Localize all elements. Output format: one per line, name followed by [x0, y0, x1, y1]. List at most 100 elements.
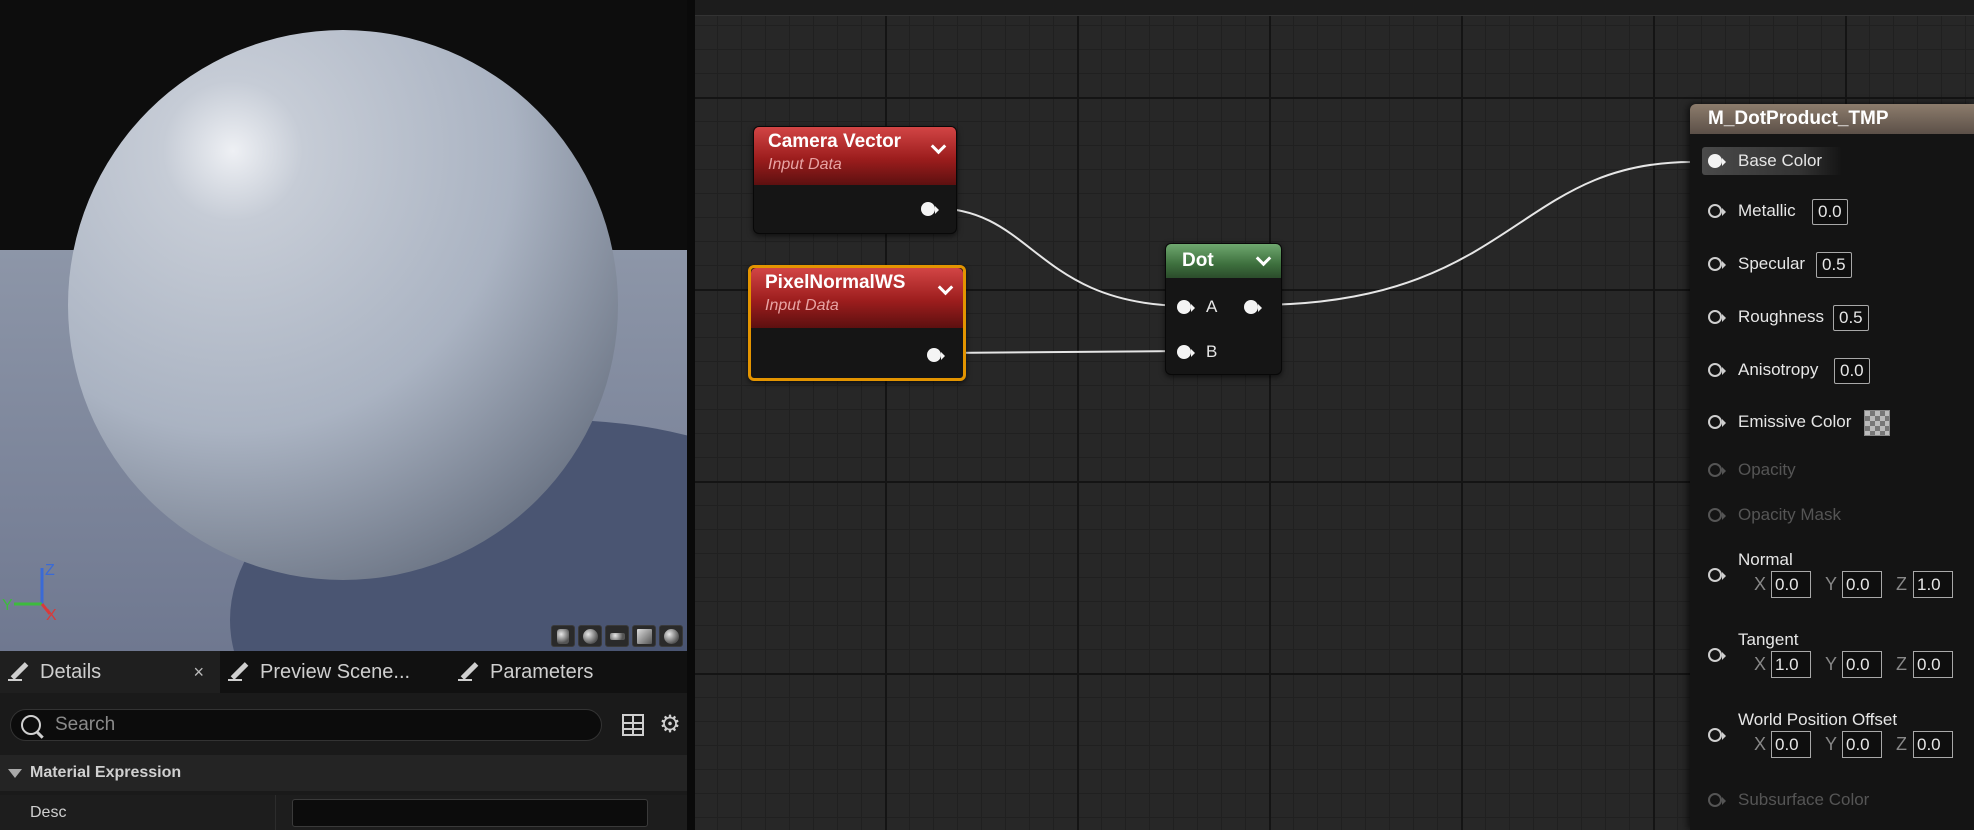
- tab-preview-scene-label: Preview Scene...: [260, 660, 411, 683]
- anisotropy-pin[interactable]: [1708, 363, 1726, 379]
- pin-a-label: A: [1206, 297, 1218, 316]
- output-pin[interactable]: [1244, 300, 1262, 316]
- subsurface-pin: [1708, 793, 1726, 809]
- metallic-value[interactable]: 0.0: [1812, 199, 1848, 225]
- input-emissive-color[interactable]: Emissive Color: [1690, 408, 1974, 436]
- wpo-z-value[interactable]: 0.0: [1913, 731, 1953, 758]
- input-subsurface-color: Subsurface Color: [1690, 786, 1974, 814]
- details-search-input[interactable]: Search: [10, 709, 602, 741]
- tangent-pin[interactable]: [1708, 648, 1726, 664]
- input-roughness[interactable]: Roughness 0.5: [1690, 303, 1974, 331]
- tab-details-label: Details: [40, 660, 102, 683]
- close-icon[interactable]: ×: [193, 662, 204, 683]
- normal-y-value[interactable]: 0.0: [1842, 571, 1882, 598]
- table-view-icon[interactable]: [622, 714, 644, 736]
- property-label: Desc: [0, 795, 276, 830]
- details-tabbar: Details × Preview Scene... Parameters: [0, 651, 687, 693]
- cylinder-icon: [557, 628, 569, 644]
- x-label: X: [1754, 574, 1767, 594]
- wire-dot-to-basecolor: [1254, 160, 1696, 306]
- input-specular[interactable]: Specular 0.5: [1690, 250, 1974, 278]
- normal-z-value[interactable]: 1.0: [1913, 571, 1953, 598]
- node-dot[interactable]: Dot A B: [1165, 243, 1282, 375]
- output-pin[interactable]: [927, 348, 945, 364]
- roughness-value[interactable]: 0.5: [1833, 305, 1869, 331]
- metallic-label: Metallic: [1738, 201, 1796, 220]
- normal-x-value[interactable]: 0.0: [1771, 571, 1811, 598]
- base-color-label: Base Color: [1738, 151, 1823, 170]
- input-pin-b[interactable]: [1177, 345, 1195, 361]
- desc-input[interactable]: [292, 798, 648, 827]
- emissive-pin[interactable]: [1708, 415, 1726, 431]
- input-anisotropy[interactable]: Anisotropy 0.0: [1690, 356, 1974, 384]
- pencil-icon: [228, 661, 250, 683]
- tab-details[interactable]: Details ×: [0, 651, 220, 693]
- tangent-z-value[interactable]: 0.0: [1913, 651, 1953, 678]
- plane-icon: [609, 632, 625, 640]
- node-pixel-normal-ws[interactable]: PixelNormalWS Input Data: [748, 265, 966, 381]
- teapot-icon: [663, 628, 679, 644]
- axis-y-label: Y: [2, 597, 13, 614]
- emissive-color-swatch[interactable]: [1864, 410, 1890, 436]
- opacity-mask-pin: [1708, 508, 1726, 524]
- y-label: Y: [1825, 734, 1838, 754]
- wpo-y-value[interactable]: 0.0: [1842, 731, 1882, 758]
- input-world-position-offset[interactable]: World Position Offset X 0.0 Y 0.0 Z 0.0: [1690, 710, 1974, 766]
- input-pin-a[interactable]: [1177, 300, 1195, 316]
- tangent-label: Tangent: [1738, 630, 1799, 649]
- input-tangent[interactable]: Tangent X 1.0 Y 0.0 Z 0.0: [1690, 630, 1974, 686]
- preview-sphere-button[interactable]: [578, 625, 602, 647]
- wpo-x-value[interactable]: 0.0: [1771, 731, 1811, 758]
- property-row-desc: Desc: [0, 795, 687, 830]
- preview-cube-button[interactable]: [632, 625, 656, 647]
- tab-preview-scene[interactable]: Preview Scene...: [220, 651, 450, 693]
- pencil-icon: [458, 661, 480, 683]
- node-camera-vector[interactable]: Camera Vector Input Data: [753, 126, 957, 234]
- input-base-color[interactable]: Base Color: [1702, 147, 1842, 175]
- cube-icon: [636, 628, 652, 644]
- tab-parameters-label: Parameters: [490, 660, 594, 683]
- section-material-expression[interactable]: Material Expression: [0, 755, 687, 791]
- anisotropy-value[interactable]: 0.0: [1834, 358, 1870, 384]
- subsurface-label: Subsurface Color: [1738, 790, 1870, 809]
- roughness-label: Roughness: [1738, 307, 1825, 326]
- node-header: Dot: [1166, 244, 1281, 278]
- z-label: Z: [1896, 574, 1907, 594]
- panel-splitter[interactable]: [687, 0, 695, 830]
- input-normal[interactable]: Normal X 0.0 Y 0.0 Z 1.0: [1690, 550, 1974, 606]
- pin-b-label: B: [1206, 342, 1218, 361]
- specular-pin[interactable]: [1708, 257, 1726, 273]
- preview-shape-buttons: [551, 625, 683, 647]
- preview-cylinder-button[interactable]: [551, 625, 575, 647]
- y-label: Y: [1825, 654, 1838, 674]
- settings-gear-icon[interactable]: ⚙: [658, 713, 682, 737]
- emissive-label: Emissive Color: [1738, 412, 1852, 431]
- wpo-label: World Position Offset: [1738, 710, 1898, 729]
- roughness-pin[interactable]: [1708, 310, 1726, 326]
- tab-parameters[interactable]: Parameters: [450, 651, 650, 693]
- node-header: PixelNormalWS Input Data: [751, 268, 963, 328]
- preview-plane-button[interactable]: [605, 625, 629, 647]
- opacity-label: Opacity: [1738, 460, 1796, 479]
- opacity-mask-label: Opacity Mask: [1738, 505, 1841, 524]
- material-preview-viewport[interactable]: Z Y X: [0, 0, 687, 651]
- node-subtitle: Input Data: [768, 156, 842, 173]
- input-opacity-mask: Opacity Mask: [1690, 501, 1974, 529]
- wpo-pin[interactable]: [1708, 728, 1726, 744]
- y-label: Y: [1825, 574, 1838, 594]
- node-title: Camera Vector: [768, 131, 902, 152]
- output-pin[interactable]: [921, 202, 939, 218]
- search-placeholder: Search: [55, 714, 116, 735]
- normal-pin[interactable]: [1708, 568, 1726, 584]
- preview-teapot-button[interactable]: [659, 625, 683, 647]
- base-color-pin[interactable]: [1708, 154, 1726, 170]
- specular-value[interactable]: 0.5: [1816, 252, 1852, 278]
- tangent-y-value[interactable]: 0.0: [1842, 651, 1882, 678]
- node-material-result[interactable]: M_DotProduct_TMP Base Color Metallic 0.0…: [1690, 104, 1974, 830]
- input-metallic[interactable]: Metallic 0.0: [1690, 197, 1974, 225]
- node-header: Camera Vector Input Data: [754, 127, 956, 185]
- tangent-x-value[interactable]: 1.0: [1771, 651, 1811, 678]
- node-title: Dot: [1182, 250, 1214, 271]
- node-title: PixelNormalWS: [765, 272, 906, 293]
- metallic-pin[interactable]: [1708, 204, 1726, 220]
